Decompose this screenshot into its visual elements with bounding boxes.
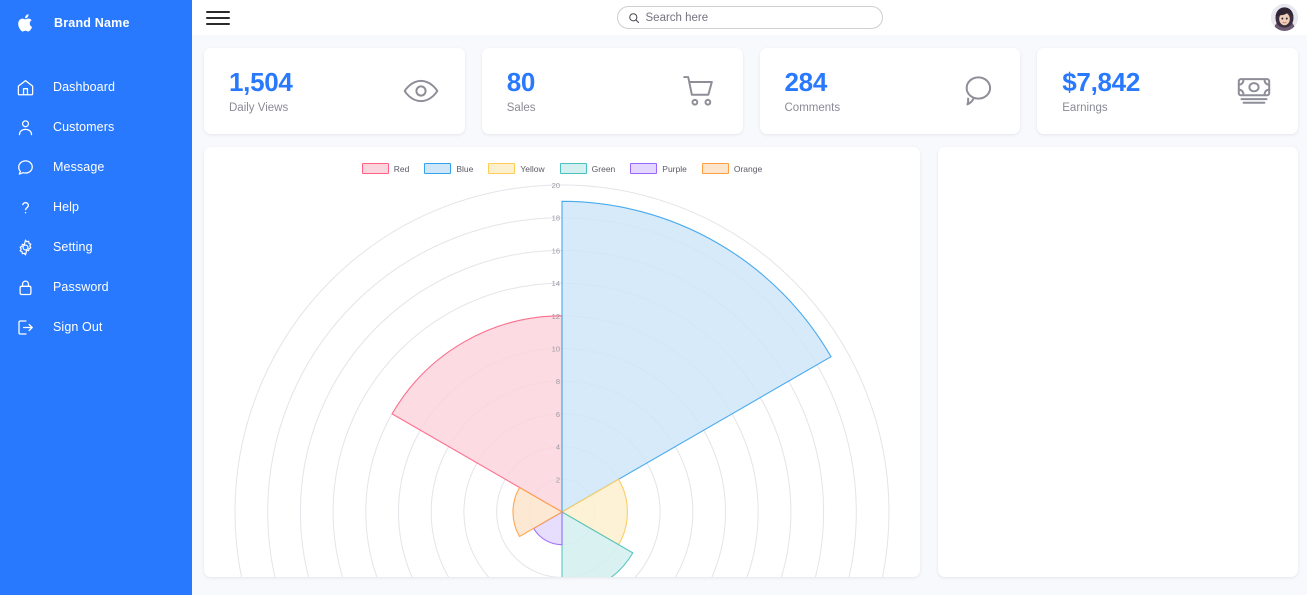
svg-text:2: 2 bbox=[556, 475, 560, 484]
dashboard-page: Brand Name Dashboard Customers Message H… bbox=[0, 0, 1307, 595]
sidebar-item-sign-out[interactable]: Sign Out bbox=[0, 307, 192, 347]
svg-text:4: 4 bbox=[556, 443, 560, 452]
sidebar-item-label: Message bbox=[53, 160, 105, 174]
search-icon bbox=[628, 12, 640, 24]
lock-icon bbox=[10, 275, 40, 299]
stat-card-daily-views[interactable]: 1,504 Daily Views bbox=[204, 48, 465, 134]
eye-icon bbox=[402, 72, 440, 110]
stat-label: Daily Views bbox=[229, 102, 289, 115]
svg-text:20: 20 bbox=[552, 181, 560, 190]
sidebar-item-dashboard[interactable]: Dashboard bbox=[0, 67, 192, 107]
stat-card-earnings[interactable]: $7,842 Earnings bbox=[1037, 48, 1298, 134]
sidebar-item-label: Password bbox=[53, 280, 109, 294]
sign-out-icon bbox=[10, 315, 40, 339]
sidebar-item-label: Sign Out bbox=[53, 320, 103, 334]
svg-text:10: 10 bbox=[552, 345, 560, 354]
svg-text:16: 16 bbox=[552, 246, 560, 255]
user-icon bbox=[10, 115, 40, 139]
stat-text: 1,504 Daily Views bbox=[229, 66, 293, 115]
svg-text:18: 18 bbox=[552, 214, 560, 223]
svg-text:6: 6 bbox=[556, 410, 560, 419]
topbar bbox=[192, 0, 1307, 35]
home-icon bbox=[10, 75, 40, 99]
svg-text:8: 8 bbox=[556, 377, 560, 386]
search-input[interactable] bbox=[645, 11, 872, 24]
polar-area-plot: 2 4 6 8 10 12 14 16 18 20 bbox=[234, 181, 890, 577]
stat-text: 80 Sales bbox=[506, 66, 536, 115]
stat-value: 80 bbox=[506, 66, 536, 97]
brand[interactable]: Brand Name bbox=[0, 0, 192, 46]
sidebar-item-setting[interactable]: Setting bbox=[0, 227, 192, 267]
stat-label: Earnings bbox=[1062, 102, 1108, 115]
sidebar: Brand Name Dashboard Customers Message H… bbox=[0, 0, 192, 595]
apple-logo-icon bbox=[10, 13, 40, 33]
stat-label: Comments bbox=[784, 102, 841, 115]
hamburger-menu-icon[interactable] bbox=[206, 8, 230, 28]
chat-bubble-icon bbox=[10, 155, 40, 179]
brand-name: Brand Name bbox=[54, 16, 130, 30]
shopping-cart-icon bbox=[680, 72, 718, 110]
search-box[interactable] bbox=[616, 6, 883, 29]
sidebar-item-label: Setting bbox=[53, 240, 93, 254]
stat-value: 284 bbox=[784, 66, 828, 97]
charts-row: Red Blue Yellow Green Purple Orange 2 4 … bbox=[192, 134, 1307, 577]
avatar[interactable] bbox=[1271, 4, 1298, 31]
svg-text:14: 14 bbox=[552, 279, 560, 288]
sidebar-item-message[interactable]: Message bbox=[0, 147, 192, 187]
sidebar-item-password[interactable]: Password bbox=[0, 267, 192, 307]
question-mark-icon bbox=[10, 195, 40, 219]
polar-area-chart-card: Red Blue Yellow Green Purple Orange 2 4 … bbox=[204, 147, 920, 577]
stat-card-comments[interactable]: 284 Comments bbox=[759, 48, 1021, 134]
sidebar-item-label: Help bbox=[53, 200, 80, 214]
search-container bbox=[616, 6, 883, 29]
money-banknote-icon bbox=[1235, 72, 1273, 110]
stat-value: $7,842 bbox=[1062, 66, 1140, 97]
stat-value: 1,504 bbox=[229, 66, 293, 97]
stat-label: Sales bbox=[506, 102, 536, 115]
stat-text: $7,842 Earnings bbox=[1062, 66, 1140, 115]
stat-cards: 1,504 Daily Views 80 Sales 284 Comments … bbox=[192, 35, 1307, 134]
sidebar-item-label: Customers bbox=[53, 120, 115, 134]
stat-text: 284 Comments bbox=[784, 66, 841, 115]
sidebar-nav: Dashboard Customers Message Help Setting… bbox=[0, 67, 192, 347]
comment-bubble-icon bbox=[957, 72, 995, 110]
secondary-chart-card bbox=[938, 147, 1298, 577]
sidebar-item-customers[interactable]: Customers bbox=[0, 107, 192, 147]
stat-card-sales[interactable]: 80 Sales bbox=[481, 48, 743, 134]
sidebar-item-label: Dashboard bbox=[53, 80, 116, 94]
svg-text:12: 12 bbox=[552, 312, 560, 321]
gear-icon bbox=[10, 235, 40, 259]
main-content: 1,504 Daily Views 80 Sales bbox=[192, 0, 1307, 595]
sidebar-item-help[interactable]: Help bbox=[0, 187, 192, 227]
